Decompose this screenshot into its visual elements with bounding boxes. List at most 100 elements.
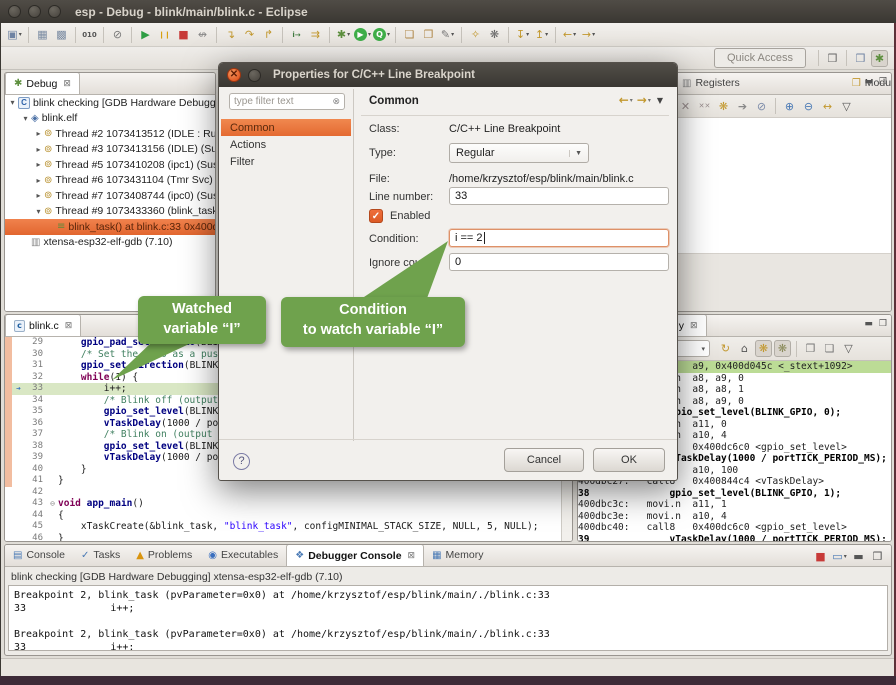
dialog-nav-filter[interactable]: Filter [221,153,351,170]
open-perspective-icon[interactable]: ❒ [824,50,841,67]
code-line[interactable]: 42 [5,487,560,499]
dialog-maximize-button[interactable] [248,69,261,82]
code-line[interactable]: 46} [5,533,560,542]
step-over-icon[interactable]: ↷ [241,26,258,43]
ok-button[interactable]: OK [593,448,665,472]
go-to-file-for-breakpoint-icon[interactable]: ➔ [734,98,751,115]
open-element-icon[interactable]: ❏ [401,26,418,43]
skip-all-breakpoints-icon[interactable]: ⊘ [753,98,770,115]
view-menu-icon[interactable]: ▽ [840,340,857,357]
tab-debug[interactable]: ✱ Debug ⊠ [5,72,80,94]
build-console-icon[interactable]: ❋ [486,26,503,43]
disassembly-source-line[interactable]: 39 vTaskDelay(1000 / portTICK_PERIOD_MS)… [578,534,891,542]
skip-all-breakpoints-icon[interactable]: ⊘ [109,26,126,43]
fold-marker-icon[interactable]: ⊖ [47,498,58,510]
collapse-all-icon[interactable]: ⊖ [800,98,817,115]
close-icon[interactable]: ⊠ [408,551,416,561]
tree-item[interactable]: ▾◈blink.elf [5,111,215,127]
window-close-button[interactable] [8,5,21,18]
tab-problems[interactable]: ▲Problems [128,544,200,566]
tab-tasks[interactable]: ✓Tasks [73,544,128,566]
tree-expand-icon[interactable]: ▸ [33,129,44,138]
terminate-icon[interactable]: ■ [812,548,829,565]
debug-icon[interactable]: ✱▾ [335,26,352,43]
expand-all-icon[interactable]: ⊕ [781,98,798,115]
maximize-icon[interactable]: ❒ [879,77,887,87]
forward-icon[interactable]: → [637,93,647,107]
type-dropdown[interactable]: Regular ▼ [449,143,589,163]
back-icon[interactable]: ←▾ [561,26,578,43]
maximize-icon[interactable]: ❒ [869,548,886,565]
show-breakpoints-for-target-icon[interactable]: ❋ [715,98,732,115]
filter-input[interactable]: type filter text ⊗ [229,93,345,110]
minimize-icon[interactable]: ▬ [864,77,873,87]
tree-expand-icon[interactable]: ▸ [33,160,44,169]
tree-expand-icon[interactable]: ▾ [7,98,18,107]
resume-icon[interactable]: ▶ [137,26,154,43]
close-icon[interactable]: ⊠ [690,321,698,331]
tab-memory[interactable]: ▦Memory [424,544,491,566]
show-source-icon[interactable]: ❋ [774,340,791,357]
window-minimize-button[interactable] [28,5,41,18]
tab-executables[interactable]: ◉Executables [200,544,286,566]
refresh-icon[interactable]: ↻ [717,340,734,357]
last-edit-location-icon[interactable]: ↧▾ [514,26,531,43]
tab-registers[interactable]: ▥Registers [674,72,748,94]
home-icon[interactable]: ⌂ [736,340,753,357]
view-menu-icon[interactable]: ▼ [657,96,663,105]
tab-blink-c[interactable]: c blink.c ⊠ [5,314,81,336]
remove-selected-breakpoints-icon[interactable]: ✕ [677,98,694,115]
ignore-count-field[interactable]: 0 [449,253,669,271]
pin-icon[interactable]: ❏ [821,340,838,357]
display-selected-console-icon[interactable]: ▭▾ [831,548,848,565]
tree-expand-icon[interactable]: ▾ [20,114,31,123]
terminate-icon[interactable]: ■ [175,26,192,43]
forward-icon[interactable]: →▾ [580,26,597,43]
tree-item[interactable]: ▸⊚Thread #6 1073431104 (Tmr Svc) (Suspen… [5,173,215,189]
dialog-close-button[interactable]: ✕ [227,68,241,82]
back-icon[interactable]: ← [619,93,629,107]
tree-expand-icon[interactable]: ▸ [33,145,44,154]
tree-expand-icon[interactable]: ▸ [33,176,44,185]
view-menu-icon[interactable]: ▽ [838,98,855,115]
window-titlebar[interactable]: esp - Debug - blink/main/blink.c - Eclip… [0,0,896,23]
cpp-perspective-icon[interactable]: ❒ [852,50,869,67]
close-icon[interactable]: ⊠ [65,321,73,331]
dialog-nav-actions[interactable]: Actions [221,136,351,153]
quick-access-button[interactable]: Quick Access [714,48,806,68]
step-return-icon[interactable]: ↱ [260,26,277,43]
tree-item[interactable]: ▾Cblink checking [GDB Hardware Debugging… [5,95,215,111]
step-into-icon[interactable]: ↴ [222,26,239,43]
code-line[interactable]: 44{ [5,510,560,522]
cancel-button[interactable]: Cancel [504,448,584,472]
instruction-stepping-icon[interactable]: i→ [288,26,305,43]
tree-item[interactable]: ▸⊚Thread #7 1073408744 (ipc0) (Suspended… [5,188,215,204]
tree-item[interactable]: ▸⊚Thread #5 1073410208 (ipc1) (Suspended… [5,157,215,173]
suspend-icon[interactable]: ❙❙ [156,26,173,43]
tree-item[interactable]: ≡blink_task() at blink.c:33 0x400dbc14 [5,219,215,235]
link-with-debug-view-icon[interactable]: ↔ [819,98,836,115]
window-maximize-button[interactable] [48,5,61,18]
external-tools-icon[interactable]: Q▾ [373,26,390,43]
search-icon[interactable]: ✧ [467,26,484,43]
binary-file-icon[interactable]: 010 [81,26,98,43]
go-to-line-icon[interactable]: ↥▾ [533,26,550,43]
open-new-view-icon[interactable]: ❐ [802,340,819,357]
tree-expand-icon[interactable]: ▾ [33,207,44,216]
disassembly-line[interactable]: 400dbc40: call8 0x400dc6c0 <gpio_set_lev… [578,522,891,534]
tree-expand-icon[interactable]: ▸ [33,191,44,200]
disassembly-line[interactable]: 400dbc3c: movi.n a11, 1 [578,499,891,511]
new-wizard-icon[interactable]: ▣▾ [6,26,23,43]
help-icon[interactable]: ? [233,453,250,470]
disassembly-source-line[interactable]: 38 gpio_set_level(BLINK_GPIO, 1); [578,488,891,500]
minimize-icon[interactable]: ▬ [850,548,867,565]
chevron-down-icon[interactable]: ▾ [701,345,705,353]
use-step-filters-icon[interactable]: ⇉ [307,26,324,43]
dialog-nav-common[interactable]: Common [221,119,351,136]
save-icon[interactable]: ▦ [34,26,51,43]
open-resource-icon[interactable]: ❐ [420,26,437,43]
dialog-titlebar[interactable]: ✕ Properties for C/C++ Line Breakpoint [219,63,677,87]
tree-item[interactable]: ▸⊚Thread #3 1073413156 (IDLE) (Suspended… [5,142,215,158]
tree-item[interactable]: ▸⊚Thread #2 1073413512 (IDLE : Running) [5,126,215,142]
maximize-icon[interactable]: ❒ [879,319,887,329]
